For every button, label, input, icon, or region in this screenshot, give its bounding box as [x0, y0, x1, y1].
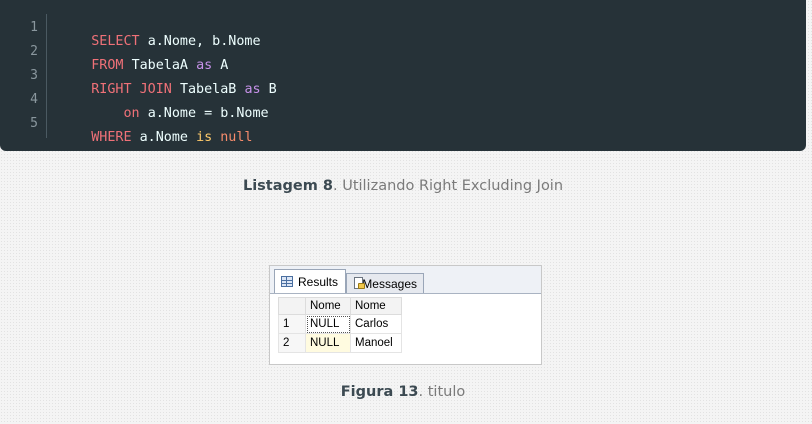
table-row: 1 NULL Carlos [278, 314, 402, 334]
row-number[interactable]: 1 [278, 314, 306, 334]
row-number[interactable]: 2 [278, 333, 306, 353]
query-results-panel: Results Messages Nome Nome 1 NULL Carlos… [269, 265, 542, 365]
code-line-5: WHERE a.Nome is null [59, 115, 253, 160]
code-token: null [220, 130, 253, 145]
code-block: 1 2 3 4 5 SELECT a.Nome, b.Nome FROM Tab… [0, 0, 806, 151]
column-header[interactable]: Nome [305, 297, 351, 315]
results-grid: Nome Nome 1 NULL Carlos 2 NULL Manoel [278, 297, 402, 353]
tab-messages-label: Messages [362, 276, 417, 291]
line-number: 1 [30, 20, 38, 35]
code-token: WHERE [91, 130, 140, 145]
code-token: is [196, 130, 221, 145]
line-number: 5 [30, 116, 38, 131]
caption-text: . titulo [418, 384, 466, 400]
listing-caption: Listagem 8. Utilizando Right Excluding J… [0, 178, 806, 194]
table-row: 2 NULL Manoel [278, 333, 402, 353]
caption-text: . Utilizando Right Excluding Join [332, 178, 564, 194]
caption-label: Figura 13 [340, 384, 419, 400]
tab-results-label: Results [298, 274, 339, 289]
line-number: 2 [30, 44, 38, 59]
column-header[interactable]: Nome [350, 297, 402, 315]
table-cell[interactable]: Carlos [350, 314, 402, 334]
code-token: a.Nome [139, 130, 197, 145]
table-cell[interactable]: Manoel [350, 333, 402, 353]
header-row: Nome Nome [278, 297, 402, 315]
line-number: 3 [30, 68, 38, 83]
grid-icon [281, 276, 293, 287]
table-cell[interactable]: NULL [305, 333, 351, 353]
line-number: 4 [30, 92, 38, 107]
tab-messages[interactable]: Messages [346, 273, 424, 293]
table-cell[interactable]: NULL [305, 314, 351, 334]
tab-results[interactable]: Results [274, 269, 346, 293]
line-number-gutter: 1 2 3 4 5 [0, 14, 47, 138]
results-tab-bar: Results Messages [270, 266, 541, 294]
figure-caption: Figura 13. titulo [0, 384, 806, 400]
code-token: B [268, 82, 277, 97]
messages-icon [353, 277, 366, 290]
caption-label: Listagem 8 [242, 178, 333, 194]
row-number-header[interactable] [278, 297, 306, 315]
